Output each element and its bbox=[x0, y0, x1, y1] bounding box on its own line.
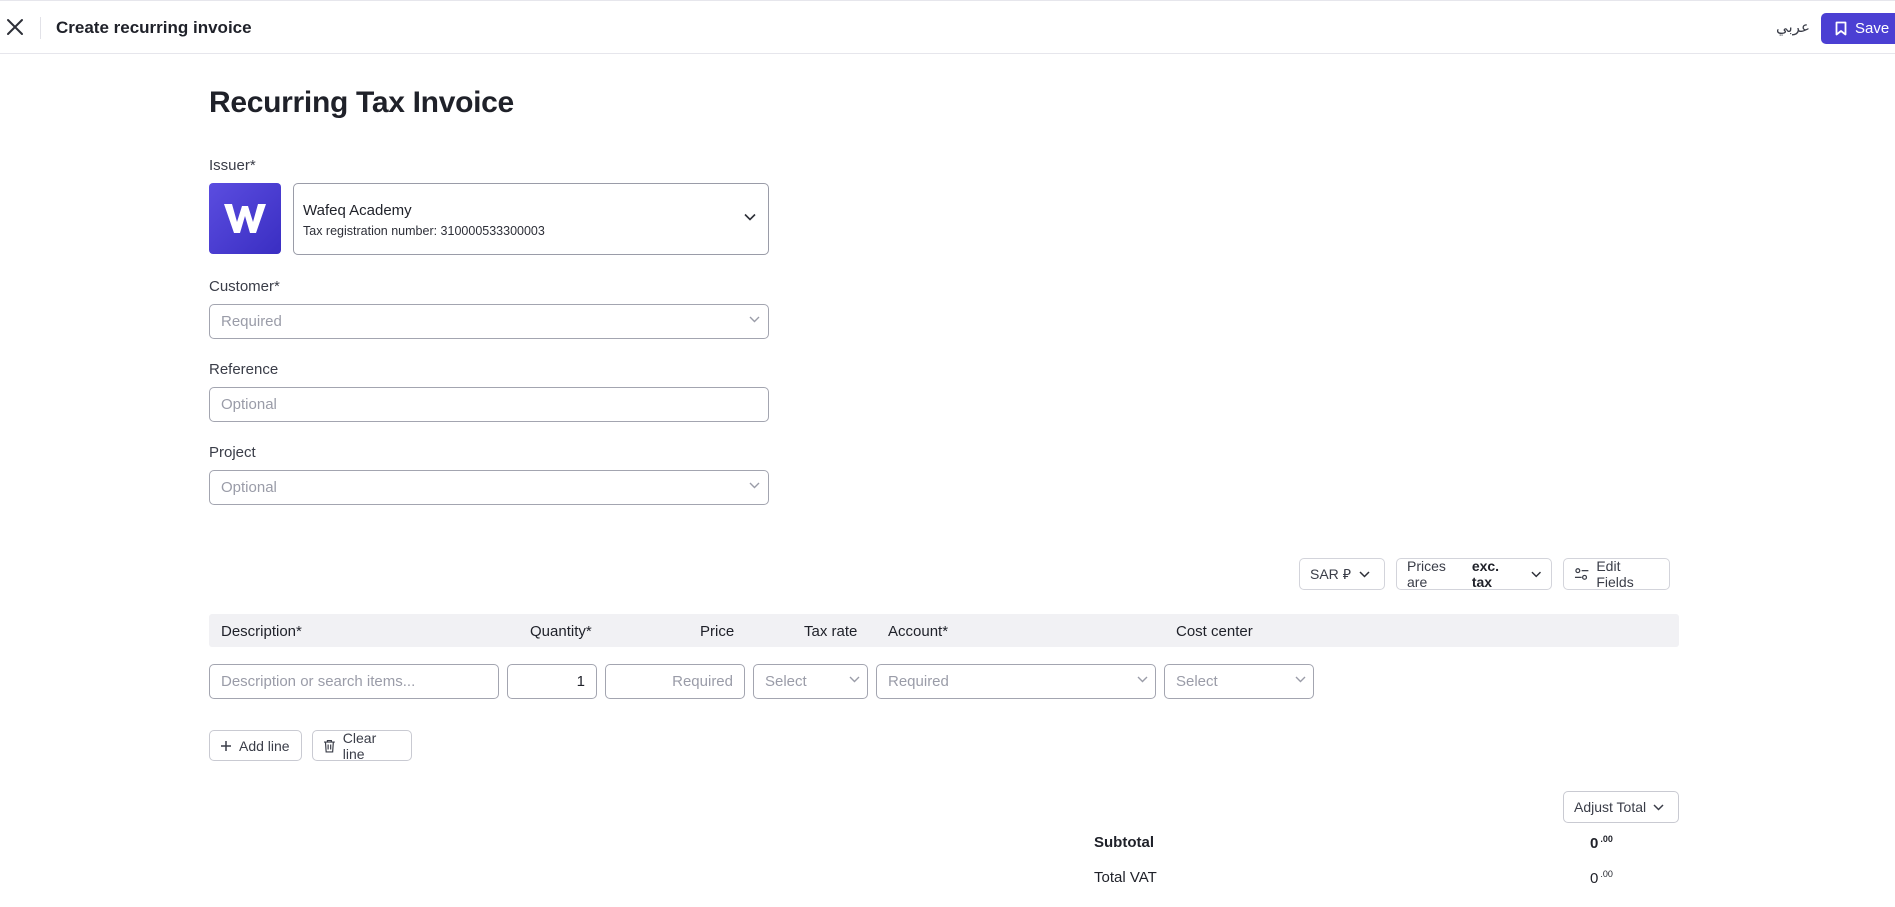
sliders-icon bbox=[1574, 568, 1589, 580]
page-title: Recurring Tax Invoice bbox=[209, 86, 514, 119]
column-tax-rate: Tax rate bbox=[804, 623, 858, 640]
plus-icon bbox=[221, 740, 231, 751]
project-label: Project bbox=[209, 444, 256, 461]
chevron-down-icon bbox=[749, 482, 760, 489]
total-vat-integer: 0 bbox=[1590, 870, 1599, 887]
currency-label: SAR ⃁ bbox=[1310, 566, 1351, 582]
total-vat-decimal: .00 bbox=[1600, 869, 1613, 879]
line-items-header: Description* Quantity* Price Tax rate Ac… bbox=[209, 614, 1679, 647]
price-placeholder: Required bbox=[672, 673, 733, 690]
customer-placeholder: Required bbox=[221, 313, 282, 330]
column-description: Description* bbox=[221, 623, 302, 640]
bookmark-icon bbox=[1835, 21, 1847, 36]
issuer-name: Wafeq Academy bbox=[303, 202, 412, 219]
issuer-logo bbox=[209, 183, 281, 254]
save-label: Save bbox=[1855, 20, 1890, 37]
description-input[interactable]: Description or search items... bbox=[209, 664, 499, 699]
edit-fields-button[interactable]: Edit Fields bbox=[1563, 558, 1670, 590]
total-vat-label: Total VAT bbox=[1094, 869, 1157, 886]
chevron-down-icon bbox=[744, 213, 756, 221]
adjust-total-button[interactable]: Adjust Total bbox=[1563, 791, 1679, 823]
reference-input[interactable]: Optional bbox=[209, 387, 769, 422]
project-placeholder: Optional bbox=[221, 479, 277, 496]
chevron-down-icon bbox=[749, 316, 760, 323]
subtotal-decimal: .00 bbox=[1600, 834, 1613, 844]
column-account: Account* bbox=[888, 623, 949, 640]
save-button[interactable]: Save bbox=[1821, 13, 1895, 44]
add-line-button[interactable]: Add line bbox=[209, 730, 302, 761]
chevron-down-icon bbox=[1137, 676, 1148, 683]
column-cost-center: Cost center bbox=[1176, 623, 1253, 640]
customer-select[interactable]: Required bbox=[209, 304, 769, 339]
top-divider bbox=[40, 17, 41, 39]
column-price: Price bbox=[700, 623, 735, 640]
customer-label: Customer* bbox=[209, 278, 280, 295]
quantity-input[interactable]: 1 bbox=[507, 664, 597, 699]
project-select[interactable]: Optional bbox=[209, 470, 769, 505]
reference-placeholder: Optional bbox=[221, 396, 277, 413]
prices-mode-select[interactable]: Prices are exc. tax bbox=[1396, 558, 1552, 590]
account-select[interactable]: Required bbox=[876, 664, 1156, 699]
total-vat-value: 0.00 bbox=[1590, 869, 1613, 887]
top-bar: Create recurring invoice عربي Save bbox=[0, 0, 1895, 54]
chevron-down-icon bbox=[1531, 571, 1541, 577]
edit-fields-label: Edit Fields bbox=[1596, 558, 1634, 590]
issuer-label: Issuer* bbox=[209, 157, 256, 174]
chevron-down-icon bbox=[1295, 676, 1306, 683]
cost-center-placeholder: Select bbox=[1176, 673, 1218, 690]
chevron-down-icon bbox=[849, 676, 860, 683]
issuer-select[interactable]: Wafeq Academy Tax registration number: 3… bbox=[293, 183, 769, 255]
account-placeholder: Required bbox=[888, 673, 949, 690]
reference-label: Reference bbox=[209, 361, 279, 378]
prices-mode: exc. tax bbox=[1471, 558, 1500, 590]
issuer-tax-number: Tax registration number: 310000533300003 bbox=[303, 224, 545, 238]
price-input[interactable]: Required bbox=[605, 664, 745, 699]
quantity-value: 1 bbox=[576, 673, 585, 690]
language-toggle[interactable]: عربي bbox=[1776, 18, 1810, 36]
subtotal-integer: 0 bbox=[1590, 835, 1599, 852]
add-line-label: Add line bbox=[239, 737, 290, 754]
trash-icon bbox=[323, 739, 335, 752]
chevron-down-icon bbox=[1653, 803, 1664, 811]
currency-select[interactable]: SAR ⃁ bbox=[1299, 558, 1385, 590]
subtotal-label: Subtotal bbox=[1094, 834, 1154, 851]
clear-line-button[interactable]: Clear line bbox=[312, 729, 412, 762]
prices-prefix: Prices are bbox=[1407, 558, 1446, 590]
close-icon[interactable] bbox=[5, 17, 25, 37]
adjust-total-label: Adjust Total bbox=[1574, 799, 1647, 815]
description-placeholder: Description or search items... bbox=[221, 673, 416, 690]
tax-rate-select[interactable]: Select bbox=[753, 664, 868, 699]
chevron-down-icon bbox=[1359, 570, 1370, 578]
clear-line-label: Clear line bbox=[342, 729, 377, 762]
column-quantity: Quantity* bbox=[530, 623, 592, 640]
tax-rate-placeholder: Select bbox=[765, 673, 807, 690]
subtotal-value: 0.00 bbox=[1590, 834, 1613, 852]
window-title: Create recurring invoice bbox=[56, 18, 252, 37]
cost-center-select[interactable]: Select bbox=[1164, 664, 1314, 699]
